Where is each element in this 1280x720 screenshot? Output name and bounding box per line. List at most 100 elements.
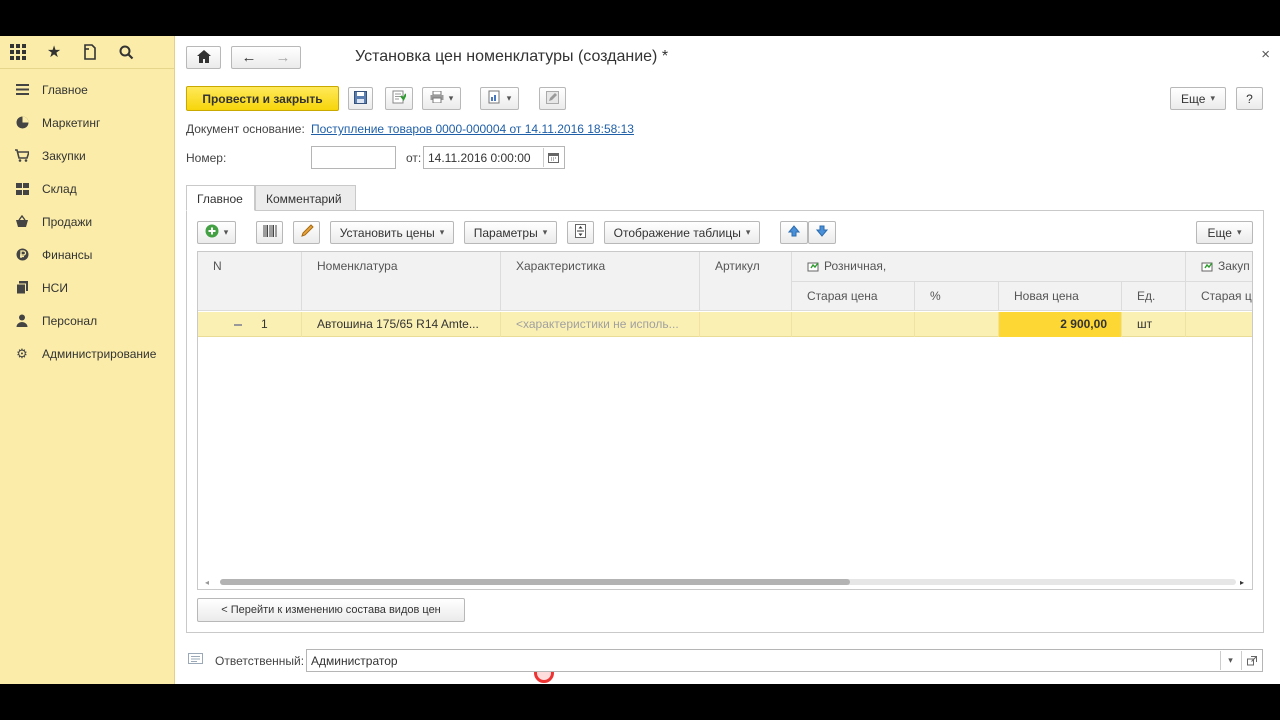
column-header-characteristic[interactable]: Характеристика	[501, 252, 700, 311]
forward-arrow-icon[interactable]: →	[276, 49, 291, 66]
date-value: 14.11.2016 0:00:00	[428, 151, 531, 165]
sidebar-item-label: Маркетинг	[42, 115, 101, 130]
number-input[interactable]	[311, 146, 396, 169]
navigation-buttons: ← →	[231, 46, 301, 69]
person-icon	[15, 314, 29, 328]
purchase-old-price-cell[interactable]	[1186, 312, 1252, 337]
favorites-star-icon[interactable]: ★	[44, 42, 64, 62]
tab-comment[interactable]: Комментарий	[255, 185, 356, 211]
column-header-percent[interactable]: %	[915, 282, 999, 311]
column-group-retail[interactable]: Розничная,	[792, 252, 1186, 282]
warehouse-icon	[15, 182, 29, 196]
column-header-purchase-old-price[interactable]: Старая ц	[1186, 282, 1252, 311]
old-price-cell[interactable]	[792, 312, 915, 337]
post-and-close-button[interactable]: Провести и закрыть	[186, 86, 339, 111]
column-header-old-price[interactable]: Старая цена	[792, 282, 915, 311]
sidebar-item-finance[interactable]: Финансы	[0, 238, 174, 271]
close-icon[interactable]: ×	[1261, 46, 1270, 63]
row-number: 1	[261, 317, 268, 331]
brush-icon	[300, 224, 314, 241]
parameters-dropdown[interactable]: Параметры	[464, 221, 557, 244]
prices-table: N Номенклатура Характеристика Артикул Ро…	[197, 251, 1253, 590]
search-icon[interactable]	[116, 42, 136, 62]
row-collapse-icon	[234, 323, 242, 326]
help-button[interactable]: ?	[1236, 87, 1263, 110]
barcode-button[interactable]	[256, 221, 283, 244]
printer-icon	[430, 90, 444, 106]
set-prices-dropdown[interactable]: Установить цены	[330, 221, 454, 244]
sidebar-item-label: Персонал	[42, 313, 98, 328]
sidebar-item-administration[interactable]: ⚙ Администрирование	[0, 337, 174, 370]
article-cell[interactable]	[700, 312, 792, 337]
move-up-button[interactable]	[780, 221, 808, 244]
apps-grid-icon[interactable]	[8, 42, 28, 62]
arrow-up-icon	[787, 225, 801, 240]
report-document-icon	[488, 90, 502, 107]
edit-pencil-icon	[546, 90, 559, 107]
dropdown-arrow-icon[interactable]: ▾	[1220, 651, 1240, 670]
save-button[interactable]	[348, 87, 373, 110]
sidebar-top-bar: ★	[0, 36, 174, 68]
column-group-purchase-label: Закуп	[1218, 259, 1250, 273]
back-arrow-icon[interactable]: ←	[242, 49, 257, 66]
post-button[interactable]	[385, 87, 413, 110]
date-input[interactable]: 14.11.2016 0:00:00	[423, 146, 565, 169]
new-price-cell[interactable]: 2 900,00	[999, 312, 1122, 337]
parameters-label: Параметры	[473, 225, 538, 240]
sidebar-item-personnel[interactable]: Персонал	[0, 304, 174, 337]
scroll-left-icon[interactable]: ◂	[205, 578, 209, 587]
basis-document-label: Документ основание:	[186, 122, 305, 136]
sidebar-item-warehouse[interactable]: Склад	[0, 172, 174, 205]
nomenclature-cell[interactable]: Автошина 175/65 R14 Amte...	[302, 312, 501, 337]
tab-main[interactable]: Главное	[186, 185, 255, 211]
column-header-unit[interactable]: Ед.	[1122, 282, 1186, 311]
add-circle-icon	[205, 224, 219, 241]
pie-chart-icon	[15, 116, 29, 130]
responsible-field[interactable]: Администратор ▾	[306, 649, 1263, 672]
row-number-cell[interactable]: 1	[198, 312, 302, 337]
add-row-button[interactable]	[197, 221, 236, 244]
ruble-icon	[15, 248, 29, 262]
unit-cell[interactable]: шт	[1122, 312, 1186, 337]
home-button[interactable]	[186, 46, 221, 69]
application-window: ★ Главное Маркетинг Закупки Склад Продаж…	[0, 36, 1280, 684]
basis-document-link[interactable]: Поступление товаров 0000-000004 от 14.11…	[311, 122, 634, 136]
column-header-n[interactable]: N	[198, 252, 302, 311]
set-prices-label: Установить цены	[339, 225, 435, 240]
table-display-dropdown[interactable]: Отображение таблицы	[604, 221, 760, 244]
home-icon	[196, 49, 211, 66]
scroll-right-icon[interactable]: ▸	[1240, 578, 1244, 587]
open-link-icon[interactable]	[1241, 651, 1261, 670]
more-button[interactable]: Еще	[1170, 87, 1226, 110]
sidebar-item-marketing[interactable]: Маркетинг	[0, 106, 174, 139]
sidebar-item-main[interactable]: Главное	[0, 73, 174, 106]
comment-icon[interactable]	[188, 653, 203, 667]
horizontal-scrollbar[interactable]	[220, 579, 1236, 585]
scrollbar-thumb[interactable]	[220, 579, 850, 585]
more-button-label: Еще	[1181, 91, 1206, 106]
print-dropdown-button[interactable]	[422, 87, 461, 110]
table-row[interactable]: 1 Автошина 175/65 R14 Amte... <характери…	[198, 312, 1252, 337]
sidebar-item-label: Администрирование	[42, 346, 157, 361]
arrow-down-icon	[815, 225, 829, 240]
table-more-button[interactable]: Еще	[1196, 221, 1253, 244]
history-icon[interactable]	[80, 42, 100, 62]
move-down-button[interactable]	[808, 221, 836, 244]
tab-panel-main: Установить цены Параметры Отображение та…	[186, 210, 1264, 683]
sidebar-item-sales[interactable]: Продажи	[0, 205, 174, 238]
sidebar-item-nsi[interactable]: НСИ	[0, 271, 174, 304]
sidebar-item-purchases[interactable]: Закупки	[0, 139, 174, 172]
column-header-new-price[interactable]: Новая цена	[999, 282, 1122, 311]
fill-button[interactable]	[293, 221, 320, 244]
go-to-price-types-button[interactable]: < Перейти к изменению состава видов цен	[197, 598, 465, 622]
percent-cell[interactable]	[915, 312, 999, 337]
create-based-on-dropdown[interactable]	[480, 87, 519, 110]
column-header-nomenclature[interactable]: Номенклатура	[302, 252, 501, 311]
characteristic-cell[interactable]: <характеристики не исполь...	[501, 312, 700, 337]
column-group-purchase[interactable]: Закуп	[1186, 252, 1252, 282]
sidebar-divider	[0, 68, 174, 69]
column-header-article[interactable]: Артикул	[700, 252, 792, 311]
calendar-icon[interactable]	[543, 148, 563, 167]
resize-rows-button[interactable]	[567, 221, 594, 244]
edit-document-button[interactable]	[539, 87, 566, 110]
